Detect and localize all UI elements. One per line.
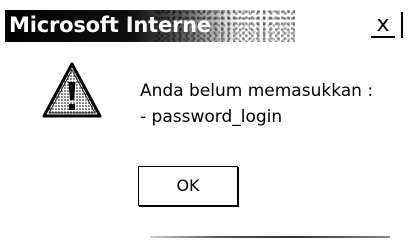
window-title: Microsoft Interne: [9, 13, 211, 37]
ok-button[interactable]: OK: [138, 166, 238, 206]
warning-icon: [40, 60, 104, 124]
close-icon: x: [376, 12, 390, 37]
bottom-edge: [150, 236, 390, 238]
close-button-edge: [401, 12, 403, 38]
title-bar[interactable]: Microsoft Interne x: [5, 10, 405, 44]
alert-message: Anda belum memasukkan : - password_login: [140, 78, 373, 130]
message-line-2: - password_login: [140, 107, 283, 127]
message-line-1: Anda belum memasukkan :: [140, 81, 374, 101]
alert-dialog: Microsoft Interne x Anda belum memasukka…: [0, 0, 410, 241]
close-button[interactable]: x: [369, 12, 397, 38]
